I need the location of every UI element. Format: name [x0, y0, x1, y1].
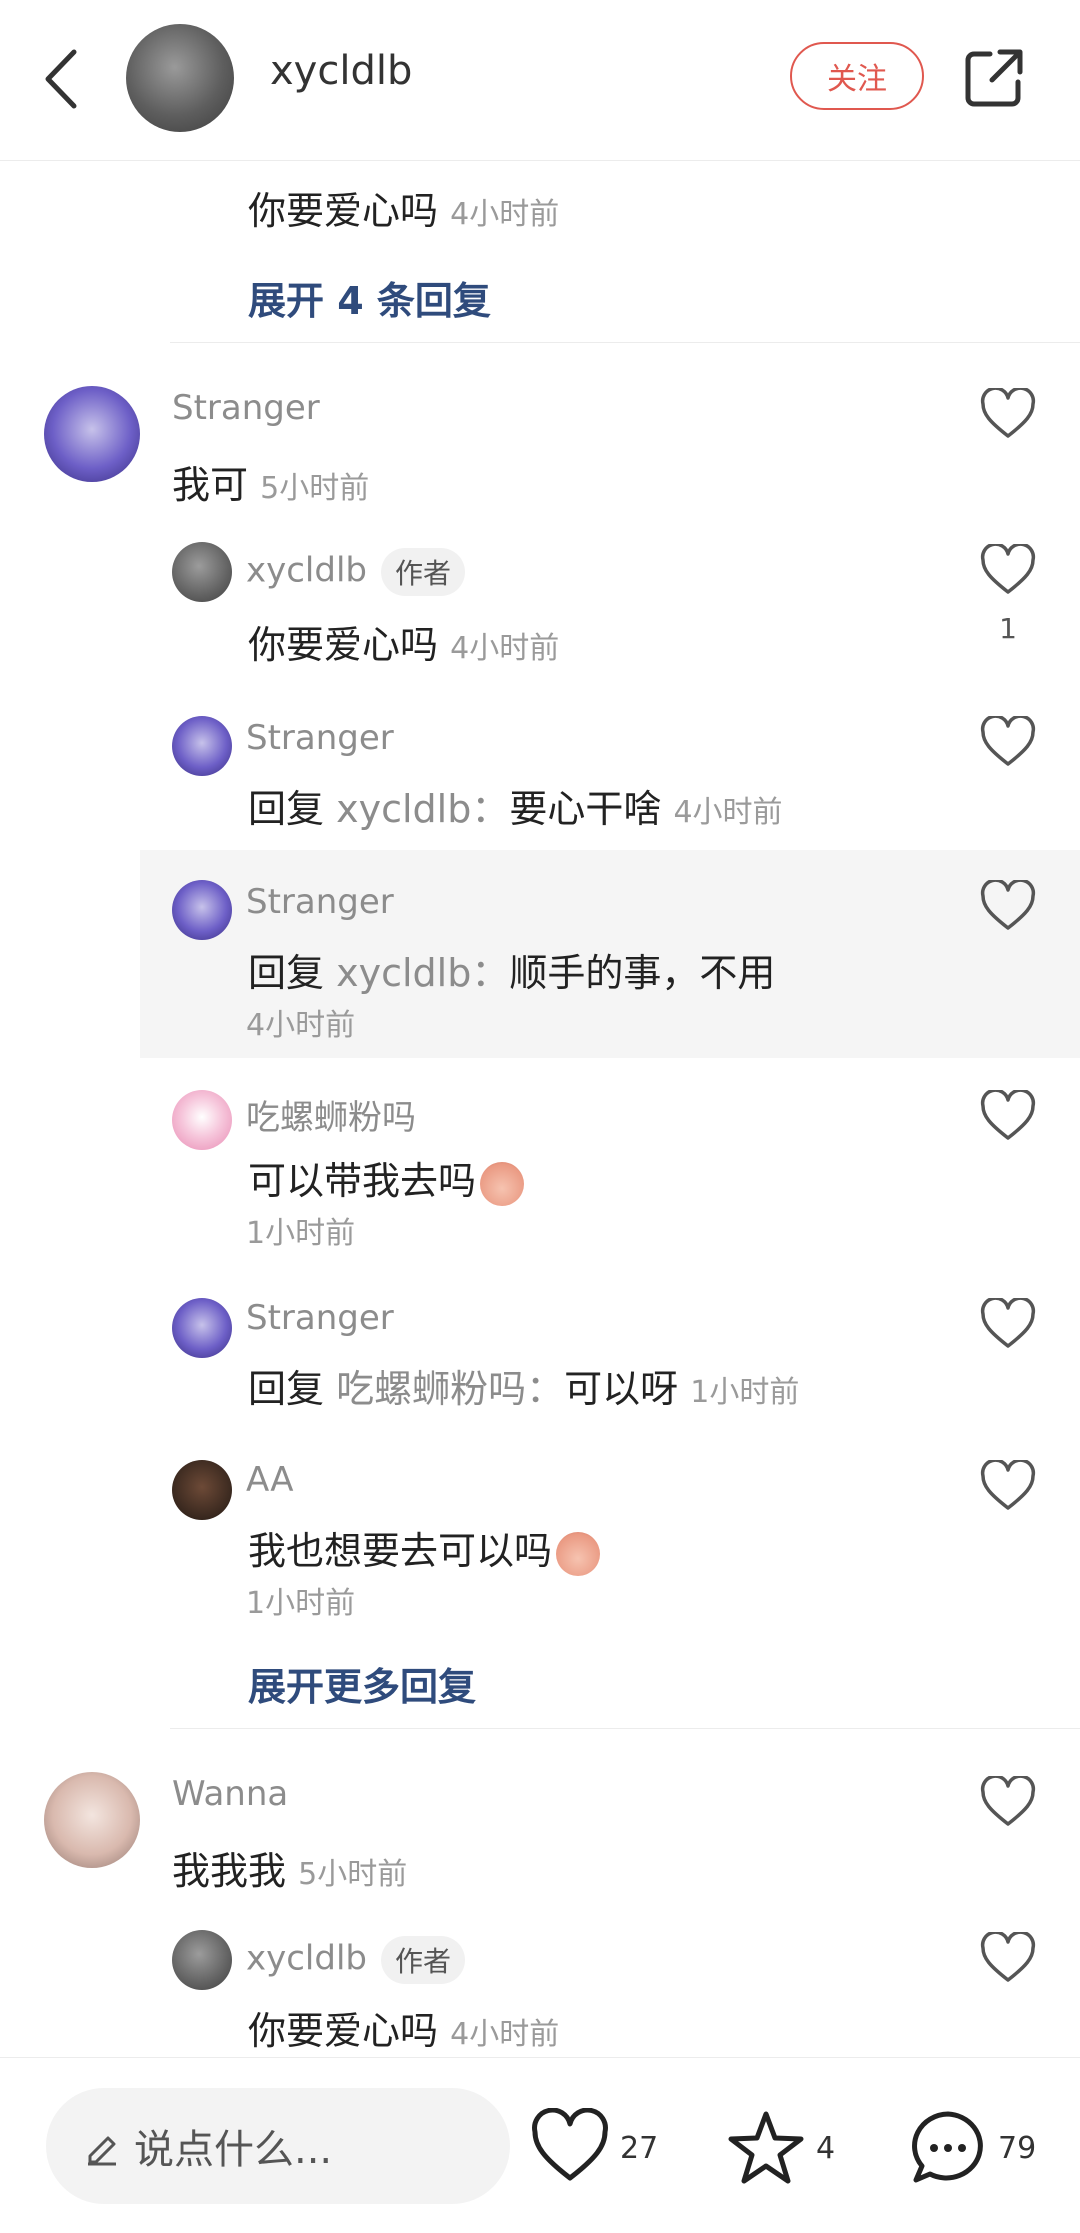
star-icon [728, 2111, 804, 2184]
divider [170, 1728, 1080, 1729]
reply-username[interactable]: xycldlb 作者 [246, 1936, 466, 1984]
like-heart-icon[interactable] [980, 388, 1036, 440]
emoji-sticker [480, 1161, 525, 1206]
author-tag: 作者 [381, 548, 466, 596]
follow-button[interactable]: 关注 [790, 42, 924, 110]
favorite-count: 4 [816, 2130, 836, 2166]
expand-more-replies-button[interactable]: 展开更多回复 [248, 1656, 476, 1711]
like-heart-icon[interactable] [980, 716, 1036, 768]
emoji-sticker [556, 1531, 601, 1576]
comment-input[interactable]: 说点什么... [46, 2088, 510, 2204]
commenter-avatar[interactable] [44, 386, 140, 482]
reply-text: 你要爱心吗 4小时前 [248, 2009, 560, 2053]
author-username[interactable]: xycldlb [270, 48, 412, 94]
like-count: 1 [999, 612, 1017, 645]
favorite-button[interactable]: 4 [726, 2108, 835, 2188]
header-bar: xycldlb 关注 [0, 0, 1080, 161]
reply-time: 4小时前 [450, 2017, 560, 2052]
like-heart-icon[interactable] [980, 1776, 1036, 1828]
commenter-avatar[interactable] [44, 1772, 140, 1868]
commenter-username[interactable]: Stranger [172, 388, 320, 428]
like-heart-icon[interactable] [980, 1090, 1036, 1142]
like-heart-icon[interactable] [980, 1460, 1036, 1512]
like-heart-icon[interactable] [980, 1298, 1036, 1350]
reply-text: 你要爱心吗 4小时前 [248, 623, 560, 667]
reply-text: 可以带我去吗 [248, 1150, 525, 1206]
reply-avatar[interactable] [172, 1090, 232, 1150]
reply-text: 回复 xycldlb：顺手的事，不用 [248, 951, 776, 995]
reply-username[interactable]: Stranger [246, 882, 394, 922]
reply-time: 1小时前 [246, 1216, 356, 1251]
comment-text: 我可 5小时前 [172, 463, 370, 507]
comments-button[interactable]: 79 [908, 2108, 1036, 2188]
reply-time: 4小时前 [673, 795, 783, 830]
pencil-icon [88, 2136, 116, 2166]
like-count: 27 [620, 2130, 659, 2166]
expand-replies-button[interactable]: 展开 4 条回复 [248, 270, 491, 325]
reply-text: 我也想要去可以吗 [248, 1520, 601, 1576]
reply-username[interactable]: Stranger [246, 1298, 394, 1338]
like-button[interactable]: 27 [530, 2108, 658, 2188]
like-heart-icon[interactable] [980, 544, 1036, 596]
comment-text: 你要爱心吗 4小时前 [248, 189, 560, 233]
reply-avatar[interactable] [172, 1460, 232, 1520]
reply-username[interactable]: 吃螺蛳粉吗 [246, 1090, 416, 1139]
reply-text: 回复 xycldlb：要心干啥 4小时前 [248, 787, 783, 831]
comments-count: 79 [998, 2130, 1037, 2166]
bottom-action-bar: 说点什么... 27 4 79 [0, 2057, 1080, 2233]
reply-text: 回复 吃螺蛳粉吗：可以呀 1小时前 [248, 1367, 800, 1411]
reply-time: 4小时前 [450, 631, 560, 666]
like-heart-icon[interactable] [980, 880, 1036, 932]
reply-avatar[interactable] [172, 880, 232, 940]
like-heart-icon[interactable] [980, 1932, 1036, 1984]
heart-icon [532, 2108, 608, 2181]
comment-time: 5小时前 [260, 471, 370, 506]
comment-text: 我我我 5小时前 [172, 1849, 408, 1893]
reply-username[interactable]: xycldlb 作者 [246, 548, 466, 596]
reply-time: 1小时前 [690, 1375, 800, 1410]
share-icon[interactable] [962, 46, 1026, 110]
input-placeholder: 说点什么... [134, 2127, 333, 2173]
reply-avatar[interactable] [172, 542, 232, 602]
comment-time: 4小时前 [450, 197, 560, 232]
comment-bubble-icon [912, 2111, 983, 2183]
commenter-username[interactable]: Wanna [172, 1774, 288, 1814]
author-tag: 作者 [381, 1936, 466, 1984]
back-arrow-icon[interactable] [40, 44, 84, 114]
reply-avatar[interactable] [172, 716, 232, 776]
comment-time: 5小时前 [298, 1857, 408, 1892]
reply-username[interactable]: Stranger [246, 718, 394, 758]
author-avatar[interactable] [126, 24, 234, 132]
reply-time: 4小时前 [246, 1008, 356, 1043]
reply-avatar[interactable] [172, 1930, 232, 1990]
divider [170, 342, 1080, 343]
reply-username[interactable]: AA [246, 1460, 293, 1500]
reply-time: 1小时前 [246, 1586, 356, 1621]
reply-avatar[interactable] [172, 1298, 232, 1358]
